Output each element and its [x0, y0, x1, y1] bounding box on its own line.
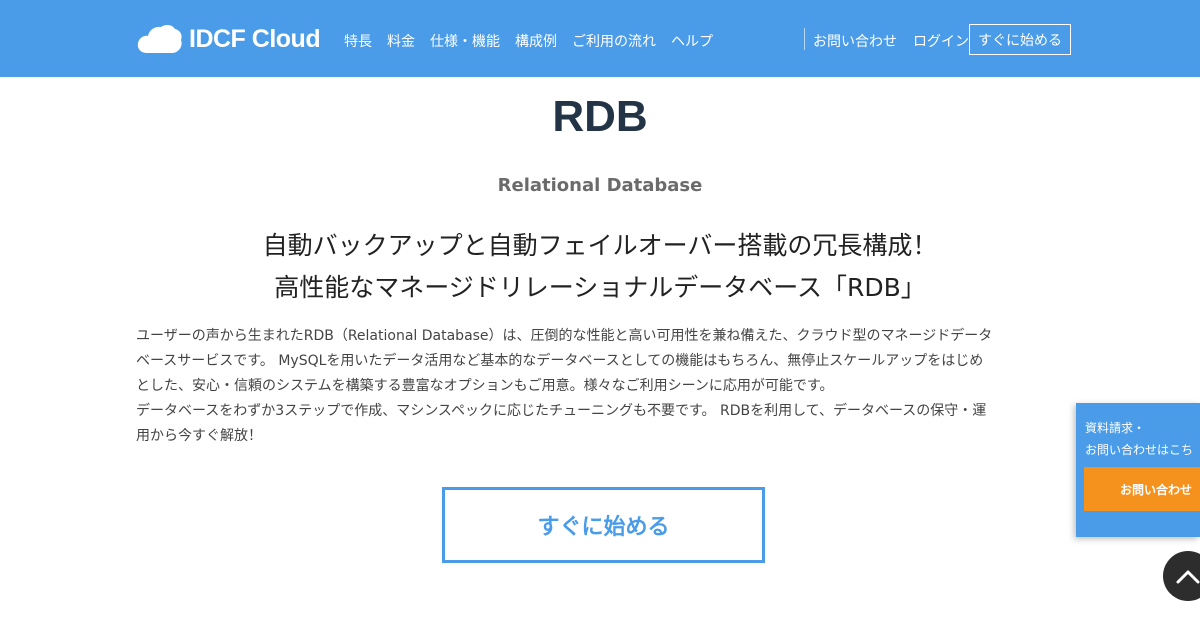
description-line: 用から今すぐ解放！ — [136, 428, 262, 444]
headline-line-2: 高性能なマネージドリレーショナルデータベース「RDB」 — [274, 273, 926, 302]
back-to-top-button[interactable] — [1163, 551, 1200, 601]
logo-text: IDCF Cloud — [189, 24, 321, 53]
cloud-logo-icon — [137, 24, 182, 53]
nav-item-pricing[interactable]: 料金 — [387, 31, 415, 51]
side-contact-button[interactable]: お問い合わせ — [1084, 467, 1200, 511]
page-title: RDB — [552, 92, 648, 141]
header-start-button[interactable]: すぐに始める — [969, 24, 1071, 55]
contact-link[interactable]: お問い合わせ — [813, 31, 897, 51]
headline-line-1: 自動バックアップと自動フェイルオーバー搭載の冗長構成！ — [262, 231, 938, 260]
description-line: ユーザーの声から生まれたRDB（Relational Database）は、圧倒… — [136, 328, 993, 344]
logo[interactable]: IDCF Cloud — [137, 22, 321, 56]
nav-item-flow[interactable]: ご利用の流れ — [572, 31, 656, 51]
nav-item-features[interactable]: 特長 — [344, 31, 372, 51]
contact-side-panel: 資料請求・ お問い合わせはこち お問い合わせ — [1076, 403, 1200, 537]
description-line: ベースサービスです。 MySQLを用いたデータ活用など基本的なデータベースとして… — [136, 353, 984, 369]
chevron-up-icon — [1176, 570, 1200, 584]
description-line: データベースをわずか3ステップで作成、マシンスペックに応じたチューニングも不要で… — [136, 403, 987, 419]
main-nav: 特長 料金 仕様・機能 構成例 ご利用の流れ ヘルプ — [344, 31, 713, 51]
side-panel-text-1: 資料請求・ — [1085, 421, 1146, 435]
side-panel-text-2: お問い合わせはこち — [1085, 443, 1194, 457]
description-line: とした、安心・信頼のシステムを構築する豊富なオプションもご用意。様々なご利用シー… — [136, 378, 834, 394]
nav-right: お問い合わせ ログイン — [813, 31, 969, 51]
site-header: IDCF Cloud 特長 料金 仕様・機能 構成例 ご利用の流れ ヘルプ お問… — [0, 0, 1200, 77]
nav-item-help[interactable]: ヘルプ — [671, 31, 713, 51]
nav-item-specs[interactable]: 仕様・機能 — [430, 31, 500, 51]
page-subtitle: Relational Database — [497, 175, 703, 196]
login-link[interactable]: ログイン — [913, 31, 969, 51]
nav-item-examples[interactable]: 構成例 — [515, 31, 557, 51]
nav-divider — [804, 28, 805, 50]
start-now-button[interactable]: すぐに始める — [442, 487, 765, 563]
description: ユーザーの声から生まれたRDB（Relational Database）は、圧倒… — [136, 324, 1071, 449]
